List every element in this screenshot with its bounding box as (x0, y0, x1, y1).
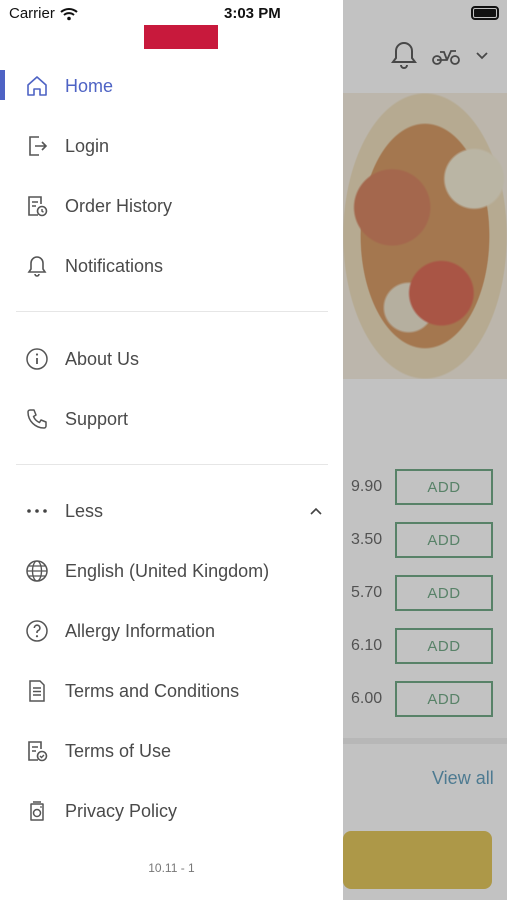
document-icon (24, 678, 50, 704)
menu-item-support[interactable]: Support (0, 394, 343, 444)
menu-item-label: Terms of Use (65, 740, 172, 761)
navigation-drawer: Home Login Order History Notifications A… (0, 0, 343, 900)
menu-item-label: Login (65, 135, 110, 156)
brand-logo (144, 25, 218, 49)
menu-item-label: Order History (65, 195, 173, 216)
carrier-label: Carrier (9, 5, 55, 22)
menu-divider (16, 464, 328, 465)
menu-item-label: Less (65, 500, 104, 521)
battery-icon (471, 6, 499, 20)
login-icon (24, 133, 50, 159)
order-history-icon (24, 193, 50, 219)
menu-item-notifications[interactable]: Notifications (0, 241, 343, 291)
menu-item-terms-and-conditions[interactable]: Terms and Conditions (0, 666, 343, 716)
menu-item-home[interactable]: Home (0, 61, 343, 111)
status-time: 3:03 PM (224, 5, 281, 22)
phone-icon (24, 406, 50, 432)
menu-item-privacy-policy[interactable]: Privacy Policy (0, 786, 343, 836)
document-check-icon (24, 738, 50, 764)
wifi-icon (60, 7, 78, 21)
status-carrier: Carrier (9, 5, 78, 22)
menu-item-label: Allergy Information (65, 620, 216, 641)
menu-item-label: Terms and Conditions (65, 680, 240, 701)
menu-item-allergy-information[interactable]: Allergy Information (0, 606, 343, 656)
menu-item-login[interactable]: Login (0, 121, 343, 171)
home-icon (24, 73, 50, 99)
app-version: 10.11 - 1 (148, 861, 195, 875)
menu-item-label: Notifications (65, 255, 164, 276)
chevron-up-icon[interactable] (309, 502, 323, 520)
menu-item-about-us[interactable]: About Us (0, 334, 343, 384)
globe-icon (24, 558, 50, 584)
menu-item-label: About Us (65, 348, 140, 369)
menu-toggle-less[interactable]: Less (0, 486, 343, 536)
menu-item-order-history[interactable]: Order History (0, 181, 343, 231)
menu-item-terms-of-use[interactable]: Terms of Use (0, 726, 343, 776)
more-dots-icon (24, 498, 50, 524)
bell-icon (24, 253, 50, 279)
menu-item-label: Privacy Policy (65, 800, 178, 821)
menu-item-language[interactable]: English (United Kingdom) (0, 546, 343, 596)
menu-item-label: English (United Kingdom) (65, 560, 270, 581)
menu-divider (16, 311, 328, 312)
info-icon (24, 346, 50, 372)
status-bar: Carrier 3:03 PM (0, 0, 507, 28)
privacy-icon (24, 798, 50, 824)
menu-item-label: Home (65, 75, 114, 96)
menu-item-label: Support (65, 408, 129, 429)
question-icon (24, 618, 50, 644)
